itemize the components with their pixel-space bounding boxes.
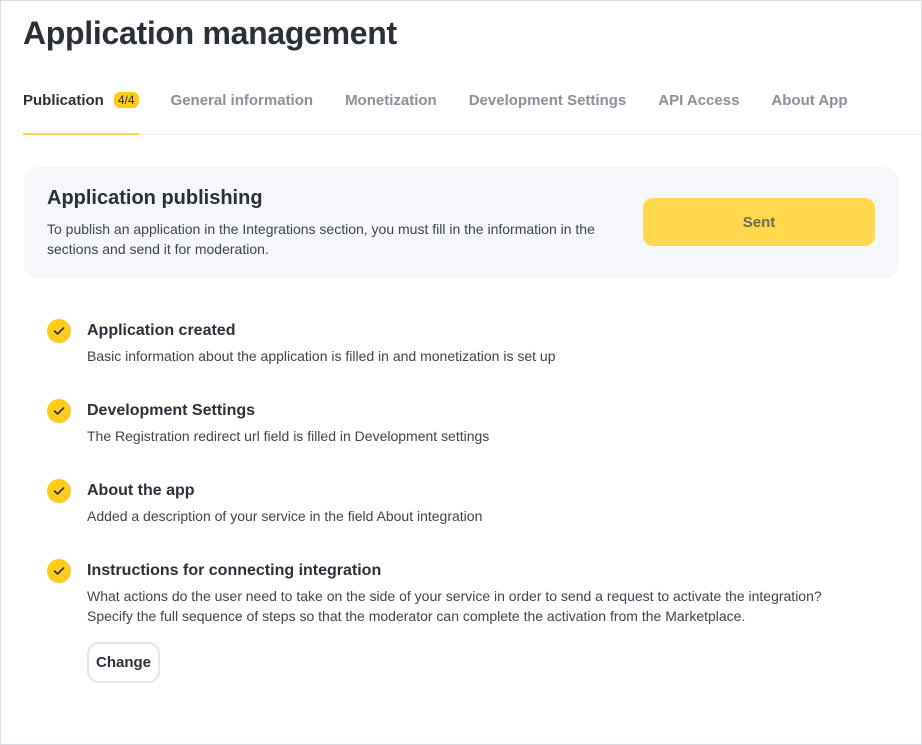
app-window: Application management Publication 4/4 G… <box>0 0 922 745</box>
checklist-item-title: Instructions for connecting integration <box>87 562 382 579</box>
checklist-item-description: Basic information about the application … <box>87 348 556 364</box>
tab-label: Publication <box>23 92 104 109</box>
check-icon <box>47 479 71 503</box>
checklist-item-title: About the app <box>87 482 195 499</box>
publishing-card: Application publishing To publish an app… <box>24 167 898 278</box>
tab-label: Monetization <box>345 92 437 109</box>
sent-button[interactable]: Sent <box>643 198 875 246</box>
checklist-item: Development Settings The Registration re… <box>47 399 827 479</box>
tab-label: Development Settings <box>468 92 627 109</box>
checklist: Application created Basic information ab… <box>47 319 827 683</box>
tab-label: API Access <box>658 92 740 109</box>
checklist-item-title: Development Settings <box>87 402 256 419</box>
tab-api-access[interactable]: API Access <box>658 81 739 135</box>
checklist-item-description: Added a description of your service in t… <box>87 508 483 524</box>
publishing-description: To publish an application in the Integra… <box>47 221 595 257</box>
checklist-item: About the app Added a description of you… <box>47 479 827 559</box>
tab-label: General information <box>170 92 314 109</box>
page-title: Application management <box>23 15 397 51</box>
tab-general-information[interactable]: General information <box>171 81 314 135</box>
progress-badge: 4/4 <box>113 92 139 108</box>
checklist-item-description: What actions do the user need to take on… <box>87 588 822 624</box>
change-button[interactable]: Change <box>87 642 160 683</box>
tab-publication[interactable]: Publication 4/4 <box>23 81 139 135</box>
tab-development-settings[interactable]: Development Settings <box>469 81 627 135</box>
publishing-title: Application publishing <box>47 187 263 209</box>
tab-about-app[interactable]: About App <box>771 81 847 135</box>
check-icon <box>47 319 71 343</box>
tab-bar: Publication 4/4 General information Mone… <box>23 81 921 135</box>
check-icon <box>47 559 71 583</box>
check-icon <box>47 399 71 423</box>
checklist-item-description: The Registration redirect url field is f… <box>87 428 490 444</box>
checklist-item: Application created Basic information ab… <box>47 319 827 399</box>
checklist-item-title: Application created <box>87 322 236 339</box>
checklist-item: Instructions for connecting integration … <box>47 559 827 683</box>
tab-label: About App <box>771 92 848 109</box>
tab-monetization[interactable]: Monetization <box>345 81 437 135</box>
